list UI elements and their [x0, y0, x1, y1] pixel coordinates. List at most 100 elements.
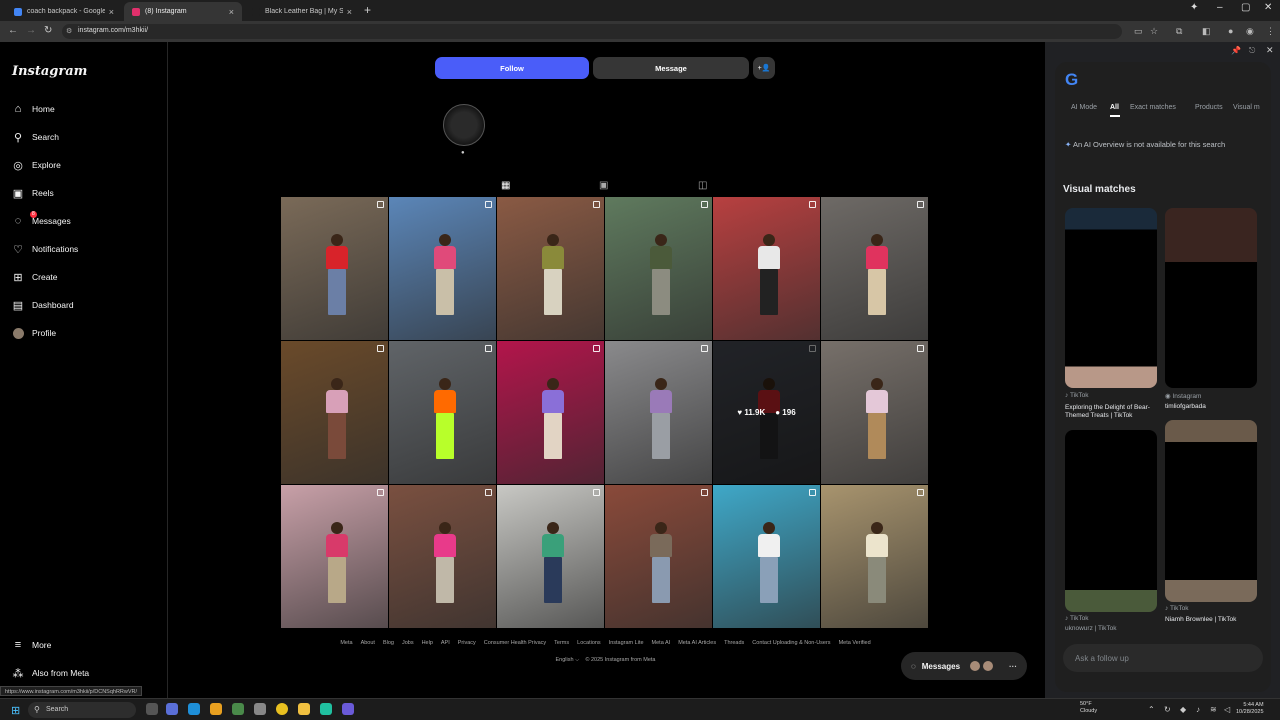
- tab-instagram[interactable]: (8) Instagram ×: [124, 2, 242, 21]
- footer-link[interactable]: About: [361, 640, 375, 646]
- open-new-icon[interactable]: ⎋: [1249, 46, 1255, 56]
- visual-match-thumbnail[interactable]: [1065, 430, 1157, 612]
- match-title[interactable]: Exploring the Delight of Bear-Themed Tre…: [1065, 404, 1159, 420]
- nav-home[interactable]: ⌂ Home: [12, 100, 55, 118]
- post-thumbnail[interactable]: [389, 197, 496, 340]
- sync-icon[interactable]: ↻: [1164, 705, 1171, 714]
- profile-icon[interactable]: ●: [1228, 26, 1233, 36]
- post-thumbnail[interactable]: [821, 485, 928, 628]
- copilot-icon[interactable]: [166, 703, 178, 715]
- tab-ai-mode[interactable]: AI Mode: [1071, 104, 1097, 111]
- footer-link[interactable]: API: [441, 640, 450, 646]
- instagram-logo[interactable]: Instagram: [12, 64, 87, 79]
- weather-widget[interactable]: 50°F Cloudy: [1080, 701, 1097, 715]
- close-window-button[interactable]: ✕: [1264, 2, 1272, 13]
- new-tab-button[interactable]: +: [364, 3, 371, 17]
- match-title[interactable]: uknowurz | TikTok: [1065, 625, 1159, 633]
- post-thumbnail[interactable]: [605, 485, 712, 628]
- nav-profile[interactable]: Profile: [12, 324, 56, 342]
- tagged-tab-icon[interactable]: ◫: [698, 180, 707, 191]
- nav-messages[interactable]: ◌ 8 Messages: [12, 211, 71, 230]
- post-thumbnail[interactable]: [497, 197, 604, 340]
- post-hover-overlay[interactable]: ♥ 11.9K ● 196: [713, 341, 820, 484]
- tab-google-shopping[interactable]: coach backpack - Google Shop ×: [6, 2, 122, 21]
- address-bar[interactable]: ⚙ instagram.com/m3hkii/: [62, 24, 1122, 39]
- follow-up-input[interactable]: Ask a follow up: [1063, 644, 1263, 672]
- footer-link[interactable]: Instagram Lite: [609, 640, 644, 646]
- nav-create[interactable]: ⊞ Create: [12, 268, 57, 286]
- footer-link[interactable]: Consumer Health Privacy: [484, 640, 546, 646]
- post-thumbnail[interactable]: [281, 485, 388, 628]
- pin-icon[interactable]: 📌: [1231, 46, 1241, 55]
- reels-tab-icon[interactable]: ▣: [599, 180, 608, 191]
- site-info-icon[interactable]: ⚙: [66, 27, 72, 35]
- post-thumbnail[interactable]: [605, 197, 712, 340]
- forward-icon[interactable]: →: [26, 25, 36, 36]
- wifi-icon[interactable]: ≋: [1210, 705, 1217, 714]
- tab-all[interactable]: All: [1110, 104, 1119, 111]
- task-view-icon[interactable]: [146, 703, 158, 715]
- menu-icon[interactable]: ⋮: [1266, 26, 1275, 37]
- close-panel-icon[interactable]: ✕: [1266, 45, 1274, 56]
- volume-icon[interactable]: ◁: [1224, 705, 1230, 714]
- tab-black-leather-bag[interactable]: Black Leather Bag | My Site 1 ×: [244, 2, 360, 21]
- edge-icon[interactable]: [188, 703, 200, 715]
- nav-search[interactable]: ⚲ Search: [12, 128, 59, 146]
- post-thumbnail[interactable]: [605, 341, 712, 484]
- footer-link[interactable]: Contact Uploading & Non-Users: [752, 640, 830, 646]
- nav-notifications[interactable]: ♡ Notifications: [12, 240, 78, 258]
- footer-link[interactable]: Jobs: [402, 640, 414, 646]
- reload-icon[interactable]: ↻: [44, 25, 52, 36]
- footer-link[interactable]: Locations: [577, 640, 601, 646]
- app-icon[interactable]: [210, 703, 222, 715]
- system-clock[interactable]: 5:44 AM 10/28/2025: [1236, 702, 1264, 716]
- google-lens-icon[interactable]: ◉: [1246, 26, 1254, 37]
- tab-products[interactable]: Products: [1195, 104, 1223, 111]
- footer-link[interactable]: Meta AI Articles: [678, 640, 716, 646]
- footer-link[interactable]: Blog: [383, 640, 394, 646]
- nav-more[interactable]: ≡ More: [12, 636, 52, 654]
- language-selector[interactable]: English ⌵: [556, 657, 580, 663]
- post-thumbnail[interactable]: ♥ 11.9K ● 196: [713, 341, 820, 484]
- messages-pill[interactable]: ◌ Messages ···: [901, 652, 1027, 680]
- footer-link[interactable]: Meta Verified: [839, 640, 871, 646]
- close-tab-icon[interactable]: ×: [109, 7, 114, 17]
- windows-start-icon[interactable]: ⊞: [11, 704, 20, 717]
- nav-explore[interactable]: ◎ Explore: [12, 156, 61, 174]
- file-explorer-icon[interactable]: [298, 703, 310, 715]
- maximize-button[interactable]: ▢: [1241, 2, 1250, 13]
- back-icon[interactable]: ←: [8, 25, 18, 36]
- footer-link[interactable]: Help: [422, 640, 433, 646]
- post-thumbnail[interactable]: [821, 341, 928, 484]
- post-thumbnail[interactable]: [389, 341, 496, 484]
- visual-match-thumbnail[interactable]: [1165, 208, 1257, 388]
- install-app-icon[interactable]: ▭: [1134, 26, 1143, 37]
- footer-link[interactable]: Privacy: [458, 640, 476, 646]
- suggested-accounts-button[interactable]: +👤: [753, 57, 775, 79]
- app-icon[interactable]: [254, 703, 266, 715]
- app-tray-icon[interactable]: ◆: [1180, 705, 1186, 714]
- app-icon[interactable]: [342, 703, 354, 715]
- post-thumbnail[interactable]: [389, 485, 496, 628]
- story-highlight[interactable]: [443, 104, 485, 146]
- close-tab-icon[interactable]: ×: [347, 7, 352, 17]
- post-thumbnail[interactable]: [281, 341, 388, 484]
- tab-visual-matches[interactable]: Visual m: [1233, 104, 1260, 111]
- post-thumbnail[interactable]: [713, 485, 820, 628]
- post-thumbnail[interactable]: [497, 341, 604, 484]
- nav-also-from-meta[interactable]: ⁂ Also from Meta: [12, 664, 90, 682]
- taskbar-search[interactable]: ⚲ Search: [28, 702, 136, 718]
- post-thumbnail[interactable]: [497, 485, 604, 628]
- footer-link[interactable]: Threads: [724, 640, 744, 646]
- side-panel-icon[interactable]: ◧: [1202, 26, 1211, 37]
- chrome-icon[interactable]: [276, 703, 288, 715]
- chevron-up-icon[interactable]: ⌃: [1148, 705, 1155, 714]
- follow-button[interactable]: Follow: [435, 57, 589, 79]
- footer-link[interactable]: Meta AI: [652, 640, 671, 646]
- post-thumbnail[interactable]: [281, 197, 388, 340]
- bookmark-star-icon[interactable]: ☆: [1150, 26, 1158, 37]
- nav-reels[interactable]: ▣ Reels: [12, 184, 54, 202]
- minimize-button[interactable]: –: [1217, 2, 1223, 13]
- posts-grid-tab-icon[interactable]: ▦: [501, 180, 510, 191]
- nav-dashboard[interactable]: ▤ Dashboard: [12, 296, 74, 314]
